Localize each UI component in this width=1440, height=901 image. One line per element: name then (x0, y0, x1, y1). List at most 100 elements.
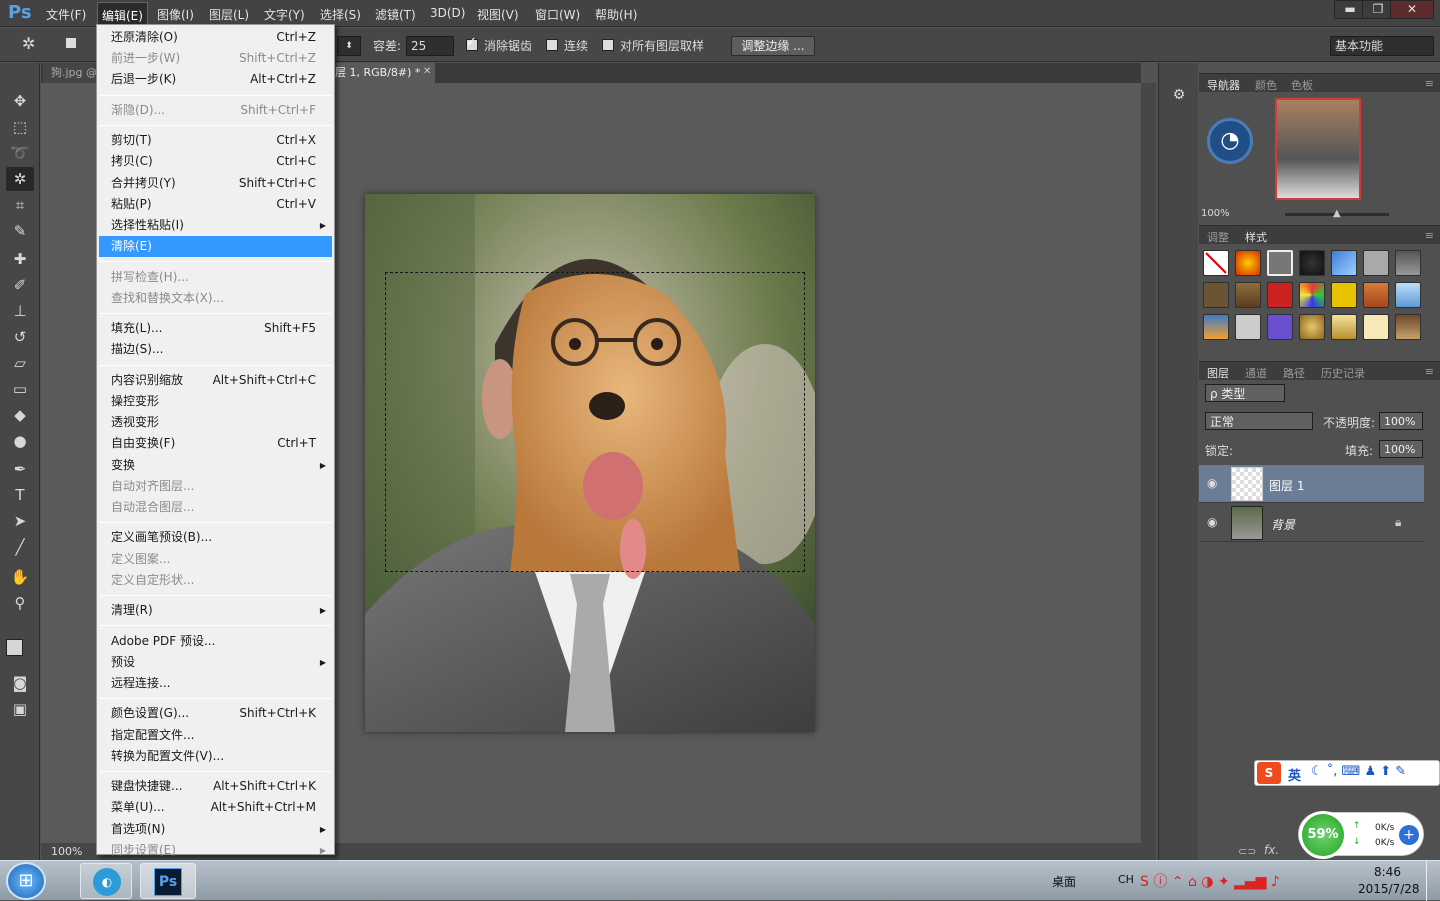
panel-dock-icon[interactable]: ⚙ (1169, 87, 1189, 107)
dodge-tool-icon[interactable]: ● (6, 429, 34, 453)
style-swatch-selected[interactable] (1267, 250, 1293, 276)
memory-percent[interactable]: 59% (1299, 811, 1347, 859)
tab-adjustments[interactable]: 调整 (1207, 229, 1229, 245)
tab-styles[interactable]: 样式 (1245, 229, 1267, 245)
style-swatch[interactable] (1203, 282, 1229, 308)
tray-icons[interactable]: S ⓘ ⌃ ⌂ ◑ ✦ ▂▄▆ ♪ (1140, 871, 1280, 891)
tab-history[interactable]: 历史记录 (1321, 365, 1365, 381)
style-swatch[interactable] (1203, 314, 1229, 340)
edit-menu-item[interactable]: 粘贴(P) Ctrl+V (99, 194, 332, 215)
style-swatch[interactable] (1395, 250, 1421, 276)
menu-select[interactable]: 选择(S) (320, 6, 361, 23)
edit-menu-item[interactable]: 键盘快捷键... Alt+Shift+Ctrl+K (99, 776, 332, 797)
edit-menu-item[interactable]: 合并拷贝(Y) Shift+Ctrl+C (99, 173, 332, 194)
style-swatch[interactable] (1235, 282, 1261, 308)
clock-time[interactable]: 8:46 (1374, 865, 1401, 879)
panel-menu-icon[interactable]: ≡ (1425, 77, 1434, 90)
style-swatch-none[interactable] (1203, 250, 1229, 276)
style-swatch[interactable] (1363, 282, 1389, 308)
menu-type[interactable]: 文字(Y) (264, 6, 305, 23)
link-layers-icon[interactable]: ⊂⊃ (1238, 845, 1256, 858)
edit-menu-item[interactable]: 菜单(U)... Alt+Shift+Ctrl+M (99, 797, 332, 818)
eye-icon[interactable]: ◉ (1207, 515, 1217, 529)
edit-menu-item[interactable]: 查找和替换文本(X)... (99, 288, 332, 309)
pen-tool-icon[interactable]: ✒ (6, 457, 34, 481)
edit-menu-item[interactable]: 预设 ▶ (99, 652, 332, 673)
gradient-tool-icon[interactable]: ▭ (6, 377, 34, 401)
style-swatch[interactable] (1235, 314, 1261, 340)
edit-menu-item[interactable]: 描边(S)... (99, 339, 332, 360)
brush-tool-icon[interactable]: ✐ (6, 273, 34, 297)
edit-menu-item[interactable]: 剪切(T) Ctrl+X (99, 130, 332, 151)
edit-menu-item[interactable]: 前进一步(W) Shift+Ctrl+Z (99, 48, 332, 69)
fx-icon[interactable]: fx. (1264, 843, 1279, 857)
path-selection-icon[interactable]: ➤ (6, 509, 34, 533)
sample-all-checkbox[interactable] (602, 39, 614, 51)
panel-menu-icon[interactable]: ≡ (1425, 365, 1434, 378)
document-tab[interactable]: 狗.jpg @ (43, 63, 99, 83)
ime-tools-icons[interactable]: ☾ ˚, ⌨ ♟ ⬆ ✎ (1311, 764, 1406, 779)
tab-layers[interactable]: 图层 (1207, 365, 1229, 381)
style-swatch[interactable] (1363, 314, 1389, 340)
edit-menu-item[interactable]: 远程连接... (99, 673, 332, 694)
eraser-tool-icon[interactable]: ▱ (6, 351, 34, 375)
zoom-level[interactable]: 100% (51, 845, 82, 858)
edit-menu-item[interactable]: 还原清除(O) Ctrl+Z (99, 27, 332, 48)
lasso-tool-icon[interactable]: ➰ (6, 141, 34, 165)
document-tab-active[interactable]: 层 1, RGB/8#) * (331, 63, 435, 83)
style-swatch[interactable] (1363, 250, 1389, 276)
edit-menu-item[interactable]: 拷贝(C) Ctrl+C (99, 151, 332, 172)
clock-date[interactable]: 2015/7/28 (1358, 882, 1420, 896)
style-swatch[interactable] (1331, 314, 1357, 340)
style-swatch[interactable] (1235, 250, 1261, 276)
tab-swatches[interactable]: 色板 (1291, 77, 1313, 93)
refine-edge-button[interactable]: 调整边缘 ... (731, 36, 815, 56)
line-tool-icon[interactable]: ╱ (6, 535, 34, 559)
type-tool-icon[interactable]: T (6, 483, 34, 507)
layer-name[interactable]: 背景 (1271, 516, 1295, 533)
opacity-input[interactable]: 100% (1379, 412, 1423, 430)
style-swatch[interactable] (1395, 282, 1421, 308)
edit-menu-item[interactable]: 指定配置文件... (99, 725, 332, 746)
edit-menu-item[interactable]: 自动对齐图层... (99, 476, 332, 497)
add-icon[interactable]: + (1399, 825, 1419, 845)
menu-help[interactable]: 帮助(H) (595, 6, 637, 23)
tab-close-icon[interactable]: ✕ (423, 66, 431, 77)
edit-menu-item[interactable]: 拼写检查(H)... (99, 267, 332, 288)
style-swatch[interactable] (1331, 282, 1357, 308)
ime-language[interactable]: 英 (1288, 765, 1301, 784)
navigator-thumbnail[interactable] (1275, 98, 1361, 200)
edit-menu-item[interactable]: 填充(L)... Shift+F5 (99, 318, 332, 339)
vertical-scrollbar[interactable] (1141, 83, 1156, 843)
eye-icon[interactable]: ◉ (1207, 476, 1217, 490)
edit-menu-item[interactable]: 内容识别缩放 Alt+Shift+Ctrl+C (99, 370, 332, 391)
blur-tool-icon[interactable]: ◆ (6, 403, 34, 427)
crop-tool-icon[interactable]: ⌗ (6, 193, 34, 217)
tab-color[interactable]: 颜色 (1255, 77, 1277, 93)
edit-menu-item[interactable]: 清除(E) (99, 236, 332, 258)
taskbar-browser-button[interactable]: ◐ (80, 863, 132, 899)
sogou-icon[interactable]: S (1257, 762, 1281, 784)
menu-window[interactable]: 窗口(W) (535, 6, 580, 23)
slider-handle-icon[interactable]: ▲ (1333, 208, 1341, 219)
layer-name[interactable]: 图层 1 (1269, 477, 1304, 494)
menu-view[interactable]: 视图(V) (477, 6, 519, 23)
wifi-icon[interactable]: ◔ (1207, 118, 1253, 164)
healing-brush-icon[interactable]: ✚ (6, 247, 34, 271)
edit-menu-item[interactable]: 变换 ▶ (99, 455, 332, 476)
history-brush-icon[interactable]: ↺ (6, 325, 34, 349)
selection-mode-icon[interactable] (66, 38, 76, 48)
screen-mode-icon[interactable]: ▣ (6, 697, 34, 721)
menu-3d[interactable]: 3D(D) (430, 6, 465, 20)
style-swatch[interactable] (1299, 250, 1325, 276)
move-tool-icon[interactable]: ✥ (6, 89, 34, 113)
menu-image[interactable]: 图像(I) (157, 6, 194, 23)
navigator-zoom[interactable]: 100% (1201, 208, 1230, 219)
layer-row-selected[interactable]: ◉ 图层 1 (1199, 465, 1424, 503)
tab-channels[interactable]: 通道 (1245, 365, 1267, 381)
eyedropper-tool-icon[interactable]: ✎ (6, 219, 34, 243)
taskbar-photoshop-button[interactable]: Ps (140, 863, 196, 899)
style-swatch[interactable] (1267, 282, 1293, 308)
edit-menu-item[interactable]: 转换为配置文件(V)... (99, 746, 332, 767)
layer-row[interactable]: ◉ 背景 🔒︎ (1199, 504, 1424, 542)
